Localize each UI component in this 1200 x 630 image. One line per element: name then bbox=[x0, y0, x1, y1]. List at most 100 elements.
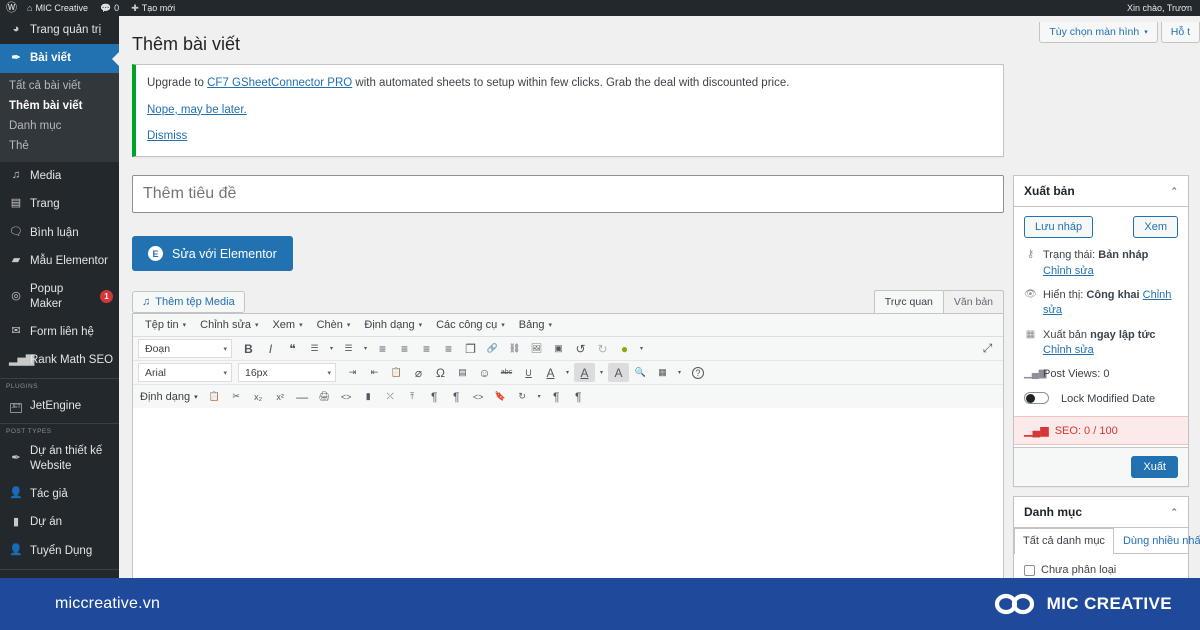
sidebar-item-popup-maker[interactable]: ◎ Popup Maker 1 bbox=[0, 275, 119, 318]
menu-file[interactable]: Tệp tin ▾ bbox=[139, 317, 192, 333]
align-right-icon[interactable]: ≡ bbox=[416, 339, 437, 358]
undo-icon[interactable]: ↺ bbox=[570, 339, 591, 358]
table-icon[interactable]: ▦ bbox=[652, 363, 673, 382]
horizontal-rule-icon[interactable]: — bbox=[292, 387, 313, 406]
post-title-input[interactable] bbox=[133, 176, 1003, 213]
edit-with-elementor-button[interactable]: E Sửa với Elementor bbox=[132, 236, 293, 272]
upload-icon[interactable]: ⤒ bbox=[402, 387, 423, 406]
restore-caret-icon[interactable]: ▾ bbox=[534, 393, 545, 400]
sidebar-subitem-categories[interactable]: Danh mục bbox=[0, 116, 119, 136]
sidebar-subitem-tags[interactable]: Thẻ bbox=[0, 136, 119, 156]
highlight-icon[interactable]: A bbox=[608, 363, 629, 383]
cf7-gsheetconnector-pro-link[interactable]: CF7 GSheetConnector PRO bbox=[207, 77, 352, 89]
sidebar-item-jetengine[interactable]: JET JetEngine bbox=[0, 392, 119, 420]
notice-nope-link[interactable]: Nope, may be later. bbox=[147, 104, 247, 116]
checkbox-icon[interactable] bbox=[1024, 564, 1035, 576]
text-color-caret-icon[interactable]: ▾ bbox=[562, 369, 573, 376]
numbered-list-icon[interactable]: ☰ bbox=[338, 339, 359, 358]
screen-options-button[interactable]: Tùy chọn màn hình ▾ bbox=[1039, 22, 1158, 43]
text-color-icon[interactable]: A bbox=[540, 363, 561, 382]
tab-most-used[interactable]: Dùng nhiều nhất bbox=[1114, 528, 1200, 553]
outdent-icon[interactable]: ⇥ bbox=[342, 363, 363, 382]
bold-icon[interactable]: B bbox=[238, 339, 259, 358]
account-menu[interactable]: Xin chào, Trươn bbox=[1121, 0, 1200, 16]
insert-link-icon[interactable]: 🔗 bbox=[482, 339, 503, 358]
sidebar-item-dashboard[interactable]: ◕ Trang quản trị bbox=[0, 16, 119, 44]
align-left-icon[interactable]: ≡ bbox=[372, 339, 393, 358]
menu-tools[interactable]: Các công cụ ▾ bbox=[430, 317, 511, 333]
read-more-icon[interactable]: ▤ bbox=[452, 363, 473, 382]
lock-modified-date-toggle[interactable] bbox=[1024, 391, 1049, 404]
emoji-icon[interactable]: ☺ bbox=[474, 363, 495, 382]
clear-format-icon[interactable]: ⌀ bbox=[408, 363, 429, 382]
background-color-caret-icon[interactable]: ▾ bbox=[596, 369, 607, 376]
status-edit-link[interactable]: Chỉnh sửa bbox=[1043, 265, 1094, 277]
publish-button[interactable]: Xuất bbox=[1131, 456, 1178, 479]
chevron-up-icon[interactable]: ⌃ bbox=[1170, 186, 1178, 197]
source-code-icon[interactable]: <> bbox=[336, 387, 357, 406]
anchor-icon[interactable]: 🔖 bbox=[490, 387, 511, 406]
menu-view[interactable]: Xem ▾ bbox=[266, 317, 308, 333]
editor-content-area[interactable] bbox=[133, 408, 1003, 581]
preview-button[interactable]: Xem bbox=[1133, 216, 1178, 239]
special-char-icon[interactable]: Ω bbox=[430, 363, 451, 382]
color-wheel-icon[interactable]: ● bbox=[614, 339, 635, 358]
underline-icon[interactable]: U bbox=[518, 363, 539, 382]
bullet-list-caret-icon[interactable]: ▾ bbox=[326, 345, 337, 352]
italic-icon[interactable]: I bbox=[260, 339, 281, 358]
sidebar-item-pages[interactable]: ▤ Trang bbox=[0, 190, 119, 218]
find-replace-icon[interactable]: 🔍 bbox=[630, 363, 651, 382]
sidebar-item-elementor-templates[interactable]: ▰ Mẫu Elementor bbox=[0, 247, 119, 275]
copy-icon[interactable]: ❐ bbox=[460, 339, 481, 358]
save-draft-button[interactable]: Lưu nháp bbox=[1024, 216, 1094, 239]
superscript-icon[interactable]: x² bbox=[270, 387, 291, 406]
sidebar-item-web-design-projects[interactable]: ✒ Dự án thiết kế Website bbox=[0, 437, 119, 480]
page-break-icon[interactable]: ▮ bbox=[358, 387, 379, 406]
new-content-menu[interactable]: ✚ Tạo mới bbox=[125, 0, 181, 16]
font-family-select[interactable]: Arial ▾ bbox=[138, 363, 232, 383]
blockquote-icon[interactable]: ❝ bbox=[282, 339, 303, 358]
fullscreen-icon[interactable]: ⤢ bbox=[977, 339, 998, 358]
ltr-icon[interactable]: ¶ bbox=[546, 387, 567, 406]
paste-text-icon[interactable]: 📋 bbox=[204, 387, 225, 406]
align-center-icon[interactable]: ≡ bbox=[394, 339, 415, 358]
subscript-icon[interactable]: x₂ bbox=[248, 387, 269, 406]
insert-media-icon[interactable]: ▣ bbox=[548, 339, 569, 358]
help-icon[interactable]: ? bbox=[692, 366, 704, 379]
sidebar-item-rank-math-seo[interactable]: ▂▅▇ Rank Math SEO bbox=[0, 346, 119, 374]
rtl-icon[interactable]: ¶ bbox=[568, 387, 589, 406]
code-icon[interactable]: <> bbox=[468, 387, 489, 406]
comments-menu[interactable]: 💬 0 bbox=[94, 0, 125, 16]
wordpress-logo-icon[interactable]: Ⓦ bbox=[0, 0, 21, 16]
nonbreaking-icon[interactable]: ⤫ bbox=[380, 387, 401, 406]
cut-icon[interactable]: ✂ bbox=[226, 387, 247, 406]
paste-icon[interactable]: 📋 bbox=[386, 363, 407, 382]
add-media-button[interactable]: ♫ Thêm tệp Media bbox=[132, 291, 245, 314]
category-item-uncategorized[interactable]: Chưa phân loại bbox=[1024, 562, 1178, 578]
paragraph-icon[interactable]: ¶ bbox=[424, 387, 445, 406]
sidebar-item-contact-form[interactable]: ✉ Form liên hệ bbox=[0, 318, 119, 346]
numbered-list-caret-icon[interactable]: ▾ bbox=[360, 345, 371, 352]
sidebar-subitem-add-post[interactable]: Thêm bài viết bbox=[0, 96, 119, 116]
sidebar-item-authors[interactable]: 👤 Tác giả bbox=[0, 480, 119, 508]
indent-icon[interactable]: ⇤ bbox=[364, 363, 385, 382]
sidebar-subitem-all-posts[interactable]: Tất cả bài viết bbox=[0, 76, 119, 96]
tab-text[interactable]: Văn bản bbox=[942, 290, 1004, 314]
tab-visual[interactable]: Trực quan bbox=[873, 290, 944, 314]
menu-table[interactable]: Bảng ▾ bbox=[513, 317, 558, 333]
publish-date-edit-link[interactable]: Chỉnh sửa bbox=[1043, 344, 1094, 356]
print-icon[interactable]: 🖨 bbox=[314, 387, 335, 406]
show-blocks-icon[interactable]: ¶ bbox=[446, 387, 467, 406]
notice-dismiss-link[interactable]: Dismiss bbox=[147, 130, 187, 142]
bullet-list-icon[interactable]: ☰ bbox=[304, 339, 325, 358]
menu-format[interactable]: Định dạng ▾ bbox=[358, 317, 428, 333]
align-justify-icon[interactable]: ≡ bbox=[438, 339, 459, 358]
help-button[interactable]: Hỗ t bbox=[1160, 22, 1200, 43]
menu-edit[interactable]: Chỉnh sửa ▾ bbox=[194, 317, 264, 333]
sidebar-item-posts[interactable]: ✒ Bài viết bbox=[0, 44, 119, 73]
tab-all-categories[interactable]: Tất cả danh mục bbox=[1014, 528, 1114, 555]
unlink-icon[interactable]: ⛓ bbox=[504, 339, 525, 358]
menu-insert[interactable]: Chèn ▾ bbox=[311, 317, 357, 333]
restore-icon[interactable]: ↻ bbox=[512, 387, 533, 406]
insert-image-icon[interactable]: 🖼 bbox=[526, 339, 547, 358]
